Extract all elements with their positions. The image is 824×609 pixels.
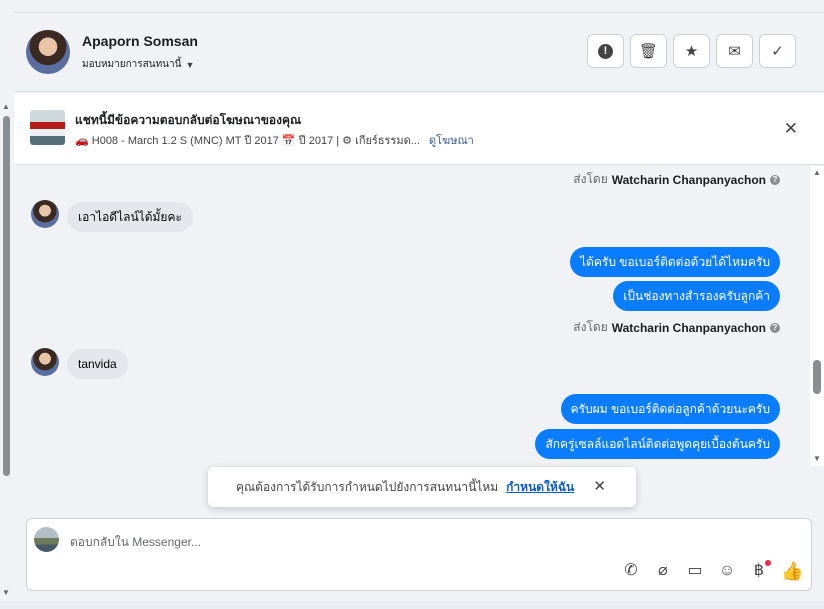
bottom-band (0, 601, 824, 609)
info-icon[interactable]: ? (770, 322, 780, 333)
ad-banner-title: แชทนี้มีข้อความตอบกลับต่อโฆษณาของคุณ (75, 113, 302, 127)
contact-name[interactable]: Apaporn Somsan (82, 33, 198, 49)
assign-prompt-toast: คุณต้องการได้รับการกำหนดไปยังการสนทนานี้… (208, 467, 636, 507)
info-icon[interactable]: ? (770, 174, 780, 185)
scrollbar-thumb[interactable] (813, 360, 821, 394)
delete-button[interactable]: 🗑 (630, 34, 667, 68)
close-icon[interactable]: ✕ (784, 119, 798, 139)
outgoing-message[interactable]: เป็นช่องทางสำรองครับลูกค้า (613, 281, 780, 311)
ad-banner-subtitle: 🚗 H008 - March 1.2 S (MNC) MT ปี 2017 📅 … (75, 131, 474, 149)
ad-reply-banner: แชทนี้มีข้อความตอบกลับต่อโฆษณาของคุณ 🚗 H… (14, 93, 824, 165)
sent-by-prefix: ส่งโดย (573, 172, 608, 186)
avatar[interactable] (26, 30, 70, 74)
header-actions: ! 🗑 ★ ✉ ✓ (587, 34, 796, 68)
sender-name: Watcharin Chanpanyachon (611, 172, 766, 187)
scroll-down-arrow-icon[interactable]: ▼ (813, 454, 821, 463)
emoji-icon[interactable]: ☺ (717, 560, 737, 582)
mail-icon: ✉ (728, 43, 741, 60)
assign-label: มอบหมายการสนทนานี้ (82, 59, 182, 70)
outgoing-message[interactable]: สักครู่เซลล์แอดไลน์ติดต่อพูดคุยเบื้องต้น… (535, 429, 780, 459)
scroll-up-arrow-icon[interactable]: ▲ (813, 168, 821, 177)
incoming-message[interactable]: tanvida (67, 349, 128, 379)
mark-spam-button[interactable]: ! (587, 34, 624, 68)
conversation-header: Apaporn Somsan มอบหมายการสนทนานี้ ▼ ! 🗑 … (14, 13, 824, 92)
mark-unread-button[interactable]: ✉ (716, 34, 753, 68)
sent-by-line: ส่งโดย Watcharin Chanpanyachon ? (573, 318, 780, 337)
message-thread[interactable]: ส่งโดย Watcharin Chanpanyachon ? เอาไอดี… (14, 166, 810, 466)
scrollbar-thumb[interactable] (3, 116, 10, 476)
outgoing-message[interactable]: ได้ครับ ขอเบอร์ติดต่อด้วยได้ไหมครับ (570, 247, 780, 277)
star-icon: ★ (684, 43, 699, 60)
mark-done-button[interactable]: ✓ (759, 34, 796, 68)
toast-text: คุณต้องการได้รับการกำหนดไปยังการสนทนานี้… (236, 479, 499, 494)
avatar[interactable] (31, 200, 59, 228)
reply-input[interactable]: ตอบกลับใน Messenger... (70, 533, 201, 552)
sender-name: Watcharin Chanpanyachon (611, 320, 766, 335)
avatar[interactable] (31, 348, 59, 376)
baht-icon[interactable]: ฿ (749, 560, 771, 582)
check-icon: ✓ (771, 43, 784, 60)
scroll-down-arrow-icon[interactable]: ▼ (2, 588, 10, 597)
star-button[interactable]: ★ (673, 34, 710, 68)
trash-icon: 🗑 (638, 43, 659, 60)
page-avatar (34, 527, 59, 552)
incoming-message[interactable]: เอาไอดีไลน์ได้มั้ยคะ (67, 202, 193, 232)
ad-description: 🚗 H008 - March 1.2 S (MNC) MT ปี 2017 📅 … (75, 135, 420, 147)
sent-by-line: ส่งโดย Watcharin Chanpanyachon ? (573, 170, 780, 189)
left-scrollbar[interactable]: ▲ ▼ (0, 100, 13, 609)
alert-icon: ! (598, 43, 613, 59)
sent-by-prefix: ส่งโดย (573, 320, 608, 334)
right-scrollbar[interactable]: ▲ ▼ (810, 166, 824, 466)
reply-composer: ตอบกลับใน Messenger... ✆ ⌀ ▭ ☺ ฿ 👍 (26, 518, 812, 591)
close-icon[interactable]: ✕ (593, 477, 606, 495)
notification-dot (765, 560, 771, 566)
view-ad-link[interactable]: ดูโฆษณา (429, 135, 474, 147)
caret-down-icon: ▼ (185, 59, 195, 70)
assign-to-me-link[interactable]: กำหนดให้ฉัน (506, 478, 574, 497)
like-icon[interactable]: 👍 (781, 560, 803, 582)
phone-icon[interactable]: ✆ (621, 560, 641, 582)
attachment-icon[interactable]: ⌀ (653, 560, 673, 582)
scroll-up-arrow-icon[interactable]: ▲ (2, 102, 10, 111)
ad-thumbnail (30, 110, 65, 145)
composer-tools: ✆ ⌀ ▭ ☺ ฿ 👍 (621, 560, 803, 582)
saved-replies-icon[interactable]: ▭ (685, 560, 705, 582)
assign-conversation-dropdown[interactable]: มอบหมายการสนทนานี้ ▼ (82, 57, 194, 72)
outgoing-message[interactable]: ครับผม ขอเบอร์ติดต่อลูกค้าด้วยนะครับ (560, 394, 780, 424)
